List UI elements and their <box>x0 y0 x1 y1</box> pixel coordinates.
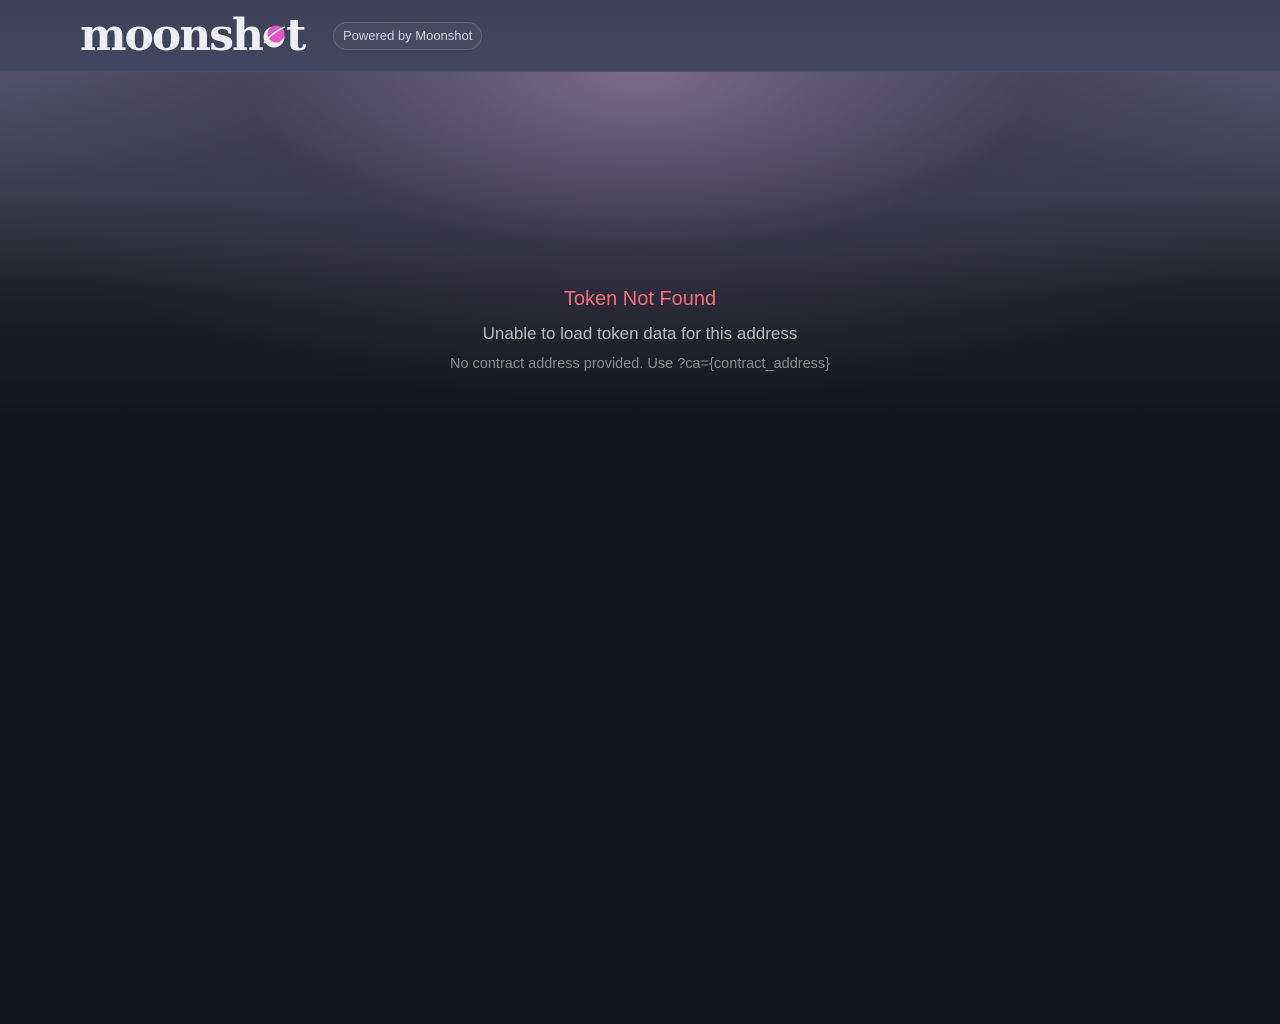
error-subtitle: Unable to load token data for this addre… <box>482 324 798 343</box>
top-header: moonsh t Powered by Moonshot <box>0 0 1280 72</box>
moonshot-logo[interactable]: moonsh t <box>80 8 306 64</box>
logo-text-end: t <box>286 10 306 61</box>
error-hint: No contract address provided. Use ?ca={c… <box>449 356 831 372</box>
error-title: Token Not Found <box>563 288 717 310</box>
powered-by-badge[interactable]: Powered by Moonshot <box>333 22 483 50</box>
error-message-panel: Token Not Found Unable to load token dat… <box>0 284 1280 374</box>
page: moonsh t Powered by Moonshot Token Not F… <box>0 0 1280 1024</box>
moon-planet-icon <box>263 25 286 48</box>
background-glow <box>0 72 1280 432</box>
logo-text-start: moonsh <box>80 10 264 61</box>
